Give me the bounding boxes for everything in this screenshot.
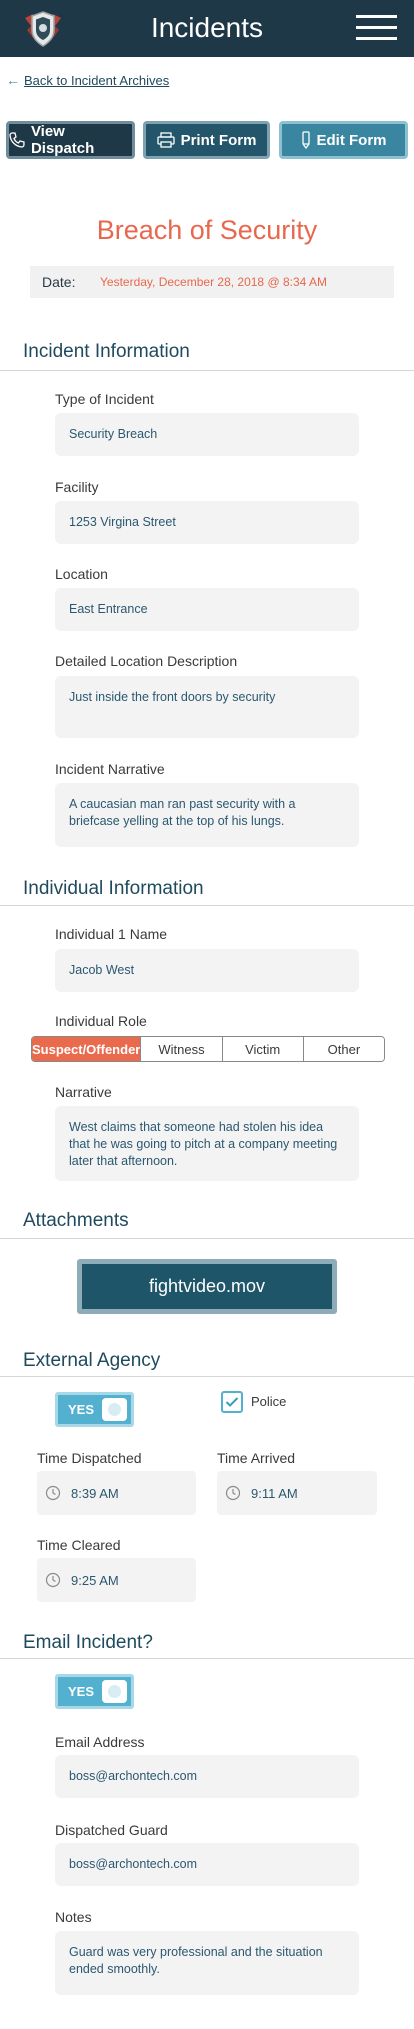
email-address-label: Email Address — [55, 1734, 145, 1750]
checkmark-icon — [225, 1397, 239, 1407]
individual-narrative-field[interactable]: West claims that someone had stolen his … — [55, 1106, 359, 1181]
attachment-file-button[interactable]: fightvideo.mov — [77, 1259, 337, 1314]
toggle-yes-label: YES — [68, 1684, 95, 1699]
date-label: Date: — [42, 274, 76, 290]
individual-name-field[interactable]: Jacob West — [55, 949, 359, 992]
time-cleared-field[interactable]: 9:25 AM — [37, 1558, 196, 1602]
section-divider — [0, 1238, 414, 1239]
time-cleared-value: 9:25 AM — [71, 1573, 119, 1588]
section-title-attachments: Attachments — [23, 1210, 129, 1231]
toggle-knob — [102, 1680, 127, 1703]
app-header: Incidents — [0, 0, 414, 57]
detailed-location-field[interactable]: Just inside the front doors by security — [55, 676, 359, 738]
individual-name-label: Individual 1 Name — [55, 926, 168, 942]
email-incident-toggle[interactable]: YES — [55, 1674, 134, 1709]
section-divider — [0, 370, 414, 371]
clock-icon — [225, 1485, 241, 1501]
police-label: Police — [251, 1394, 287, 1409]
date-bar: Date: Yesterday, December 28, 2018 @ 8:3… — [30, 266, 394, 298]
section-title-individual-information: Individual Information — [23, 878, 204, 899]
section-title-incident-information: Incident Information — [23, 341, 190, 362]
role-option-suspect-offender[interactable]: Suspect/Offender — [32, 1037, 141, 1061]
view-dispatch-button[interactable]: View Dispatch — [6, 121, 135, 159]
email-address-field[interactable]: boss@archontech.com — [55, 1755, 359, 1798]
print-form-label: Print Form — [180, 131, 257, 149]
pencil-icon — [301, 131, 310, 149]
dispatched-guard-field[interactable]: boss@archontech.com — [55, 1843, 359, 1886]
time-dispatched-value: 8:39 AM — [71, 1486, 119, 1501]
back-to-archives-link[interactable]: ← Back to Incident Archives — [6, 72, 169, 88]
facility-field[interactable]: 1253 Virgina Street — [55, 501, 359, 544]
notes-field[interactable]: Guard was very professional and the situ… — [55, 1931, 359, 1995]
time-arrived-field[interactable]: 9:11 AM — [217, 1471, 377, 1515]
time-cleared-label: Time Cleared — [37, 1537, 121, 1553]
incident-title: Breach of Security — [96, 215, 318, 245]
role-option-victim[interactable]: Victim — [221, 1037, 303, 1061]
type-of-incident-field[interactable]: Security Breach — [55, 413, 359, 456]
facility-label: Facility — [55, 479, 99, 495]
clock-icon — [45, 1485, 61, 1501]
role-option-other[interactable]: Other — [302, 1037, 384, 1061]
time-arrived-value: 9:11 AM — [251, 1486, 298, 1501]
edit-form-button[interactable]: Edit Form — [279, 121, 408, 159]
back-link-label: Back to Incident Archives — [24, 72, 170, 88]
individual-role-label: Individual Role — [55, 1013, 147, 1029]
arrow-left-icon: ← — [6, 72, 20, 88]
time-dispatched-label: Time Dispatched — [37, 1450, 142, 1466]
location-label: Location — [55, 566, 108, 582]
hamburger-menu-icon[interactable] — [356, 15, 397, 41]
dispatched-guard-label: Dispatched Guard — [55, 1822, 168, 1838]
clock-icon — [45, 1572, 61, 1588]
view-dispatch-label: View Dispatch — [30, 123, 95, 157]
date-value: Yesterday, December 28, 2018 @ 8:34 AM — [100, 275, 327, 289]
incident-narrative-field[interactable]: A caucasian man ran past security with a… — [55, 783, 359, 847]
role-option-witness[interactable]: Witness — [140, 1037, 222, 1061]
type-of-incident-label: Type of Incident — [55, 391, 154, 407]
individual-narrative-label: Narrative — [55, 1084, 112, 1100]
detailed-location-label: Detailed Location Description — [55, 653, 238, 669]
police-checkbox[interactable] — [221, 1391, 243, 1413]
section-divider — [0, 1658, 414, 1659]
printer-icon — [156, 132, 175, 148]
edit-form-label: Edit Form — [316, 131, 387, 149]
notes-label: Notes — [55, 1909, 92, 1925]
time-dispatched-field[interactable]: 8:39 AM — [37, 1471, 196, 1515]
section-divider — [0, 1376, 414, 1377]
time-arrived-label: Time Arrived — [217, 1450, 296, 1466]
section-title-external-agency: External Agency — [23, 1350, 161, 1371]
external-agency-toggle[interactable]: YES — [55, 1392, 134, 1427]
individual-role-selector: Suspect/Offender Witness Victim Other — [31, 1036, 385, 1062]
incident-narrative-label: Incident Narrative — [55, 761, 165, 777]
page-title: Incidents — [150, 12, 264, 43]
print-form-button[interactable]: Print Form — [143, 121, 270, 159]
location-field[interactable]: East Entrance — [55, 588, 359, 631]
section-title-email-incident: Email Incident? — [23, 1632, 153, 1653]
toggle-knob — [102, 1398, 127, 1421]
section-divider — [0, 905, 414, 906]
toggle-yes-label: YES — [68, 1402, 95, 1417]
phone-icon — [9, 132, 25, 148]
